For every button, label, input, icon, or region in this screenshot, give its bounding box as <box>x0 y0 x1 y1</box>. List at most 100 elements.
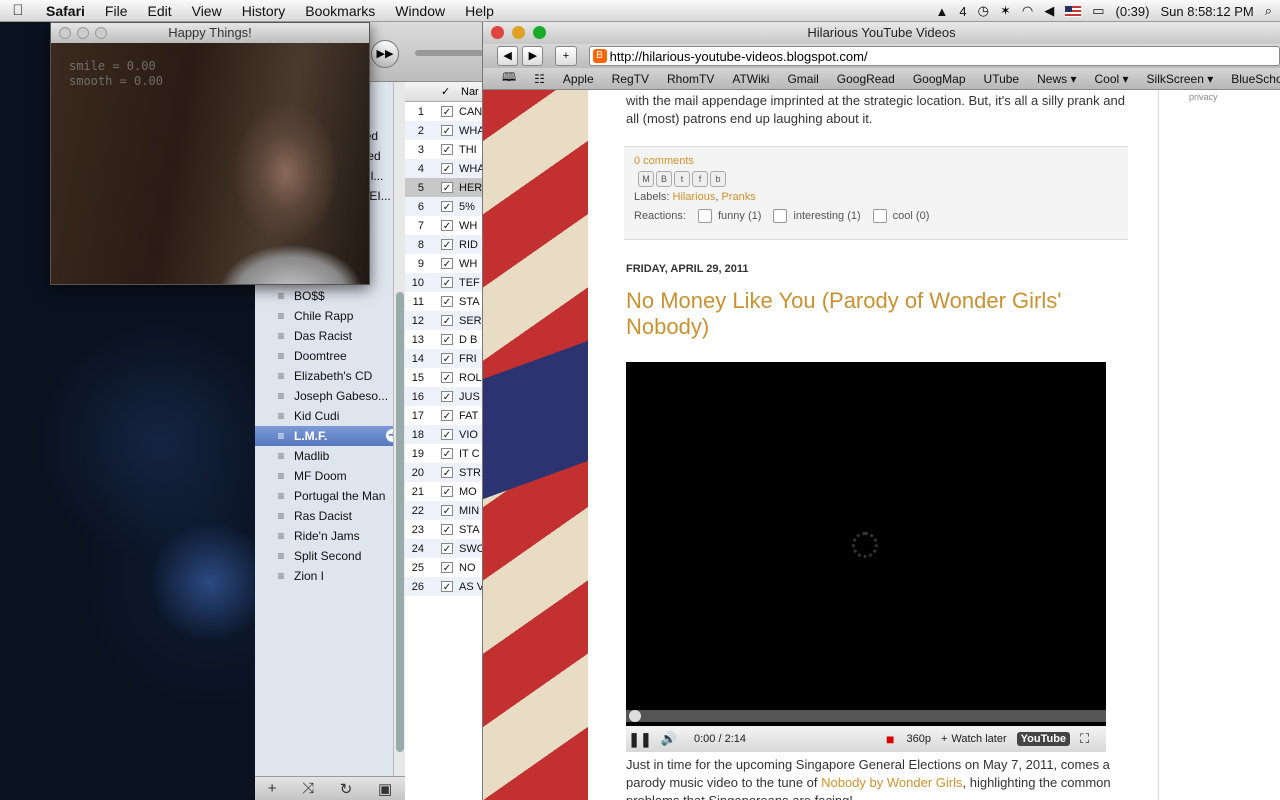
close-icon[interactable] <box>491 26 504 39</box>
facebook-share-icon[interactable]: f <box>692 171 708 187</box>
track-row[interactable]: 4 ✓ WHA <box>405 159 487 178</box>
interesting-checkbox[interactable] <box>773 209 788 223</box>
volume-icon[interactable]: ◀ <box>1044 3 1054 19</box>
reaction-funny[interactable]: funny (1) <box>697 209 761 223</box>
menu-history[interactable]: History <box>232 3 296 19</box>
track-row[interactable]: 19 ✓ IT C <box>405 444 487 463</box>
bookmark-utube[interactable]: UTube <box>975 72 1029 86</box>
apple-menu-icon[interactable]:  <box>0 2 36 19</box>
name-column-header[interactable]: Nar <box>461 86 479 98</box>
track-row[interactable]: 2 ✓ WHA <box>405 121 487 140</box>
track-row[interactable]: 16 ✓ JUS <box>405 387 487 406</box>
track-checkbox[interactable]: ✓ <box>441 467 453 479</box>
track-row[interactable]: 24 ✓ SWO <box>405 539 487 558</box>
track-row[interactable]: 11 ✓ STA <box>405 292 487 311</box>
label-pranks[interactable]: Pranks <box>721 191 755 203</box>
watch-later-button[interactable]: + Watch later <box>941 733 1007 745</box>
track-row[interactable]: 17 ✓ FAT <box>405 406 487 425</box>
top-sites-icon[interactable]: ☷ <box>525 72 554 86</box>
privacy-text[interactable]: privacy <box>1189 92 1218 102</box>
minimize-icon[interactable] <box>512 26 525 39</box>
track-checkbox[interactable]: ✓ <box>441 448 453 460</box>
buzz-share-icon[interactable]: b <box>710 171 726 187</box>
track-checkbox[interactable]: ✓ <box>441 429 453 441</box>
bluetooth-icon[interactable]: ✶ <box>1000 3 1011 19</box>
track-checkbox[interactable]: ✓ <box>441 334 453 346</box>
track-checkbox[interactable]: ✓ <box>441 543 453 555</box>
source-item[interactable]: ≡ Kid Cudi <box>255 406 405 426</box>
bookmark-atwiki[interactable]: ATWiki <box>723 72 778 86</box>
youtube-video[interactable] <box>626 362 1106 752</box>
wifi-icon[interactable]: ◠ <box>1022 3 1033 19</box>
track-row[interactable]: 20 ✓ STR <box>405 463 487 482</box>
source-item[interactable]: ≡ Joseph Gabeso... <box>255 386 405 406</box>
track-row[interactable]: 10 ✓ TEF <box>405 273 487 292</box>
track-row[interactable]: 5 ✓ HER <box>405 178 487 197</box>
quality-selector[interactable]: 360p <box>906 733 930 745</box>
back-icon[interactable]: ◀ <box>497 46 519 66</box>
bookmark-regtv[interactable]: RegTV <box>603 72 658 86</box>
progress-knob[interactable] <box>629 710 641 722</box>
source-item[interactable]: ≡ Ride'n Jams <box>255 526 405 546</box>
video-progress-bar[interactable] <box>626 710 1106 722</box>
zoom-icon[interactable] <box>95 27 107 39</box>
bookmark-silkscreen[interactable]: SilkScreen ▾ <box>1138 72 1223 86</box>
source-item[interactable]: ≡ Portugal the Man <box>255 486 405 506</box>
spotlight-icon[interactable]: ⌕ <box>1265 3 1272 19</box>
track-checkbox[interactable]: ✓ <box>441 220 453 232</box>
track-checkbox[interactable]: ✓ <box>441 144 453 156</box>
track-checkbox[interactable]: ✓ <box>441 486 453 498</box>
reading-list-icon[interactable]: 🕮 <box>493 68 525 89</box>
track-row[interactable]: 18 ✓ VIO <box>405 425 487 444</box>
happy-things-titlebar[interactable]: Happy Things! <box>51 23 369 43</box>
source-item[interactable]: ≡ Madlib <box>255 446 405 466</box>
track-row[interactable]: 13 ✓ D B <box>405 330 487 349</box>
post-title[interactable]: No Money Like You (Parody of Wonder Girl… <box>626 288 1106 340</box>
menu-clock[interactable]: Sun 8:58:12 PM <box>1160 4 1253 19</box>
add-bookmark-icon[interactable]: + <box>555 46 577 66</box>
adobe-icon[interactable]: ▲ <box>936 4 949 19</box>
source-item[interactable]: ≡L.M.F.➜ <box>255 426 405 446</box>
track-checkbox[interactable]: ✓ <box>441 410 453 422</box>
youtube-logo[interactable]: YouTube <box>1016 732 1071 746</box>
bookmark-googread[interactable]: GoogRead <box>828 72 904 86</box>
menu-help[interactable]: Help <box>455 3 504 19</box>
track-row[interactable]: 12 ✓ SER <box>405 311 487 330</box>
label-hilarious[interactable]: Hilarious <box>673 191 716 203</box>
track-checkbox[interactable]: ✓ <box>441 277 453 289</box>
battery-icon[interactable]: ▭ <box>1092 3 1104 19</box>
source-item[interactable]: ≡ Zion I <box>255 566 405 586</box>
menu-bookmarks[interactable]: Bookmarks <box>295 3 385 19</box>
source-item[interactable]: ≡ Das Racist <box>255 326 405 346</box>
track-checkbox[interactable]: ✓ <box>441 201 453 213</box>
add-playlist-icon[interactable]: + <box>268 780 277 797</box>
bookmark-cool[interactable]: Cool ▾ <box>1085 72 1137 86</box>
shuffle-icon[interactable]: ⤨ <box>302 780 314 797</box>
close-icon[interactable] <box>59 27 71 39</box>
track-checkbox[interactable]: ✓ <box>441 562 453 574</box>
track-checkbox[interactable]: ✓ <box>441 163 453 175</box>
menu-edit[interactable]: Edit <box>137 3 181 19</box>
source-item[interactable]: ≡ MF Doom <box>255 466 405 486</box>
zoom-icon[interactable] <box>533 26 546 39</box>
minimize-icon[interactable] <box>77 27 89 39</box>
track-checkbox[interactable]: ✓ <box>441 182 453 194</box>
forward-icon[interactable]: ▶ <box>522 46 544 66</box>
flag-icon[interactable] <box>1065 5 1082 17</box>
repeat-icon[interactable]: ↻ <box>340 780 353 798</box>
track-row[interactable]: 26 ✓ AS V <box>405 577 487 596</box>
bookmark-gmail[interactable]: Gmail <box>778 72 827 86</box>
track-row[interactable]: 7 ✓ WH <box>405 216 487 235</box>
volume-icon[interactable]: 🔊 <box>654 731 684 747</box>
nobody-link[interactable]: Nobody by Wonder Girls <box>821 775 962 790</box>
reaction-cool[interactable]: cool (0) <box>872 209 929 223</box>
source-item[interactable]: ≡ Ras Dacist <box>255 506 405 526</box>
track-row[interactable]: 15 ✓ ROL <box>405 368 487 387</box>
track-checkbox[interactable]: ✓ <box>441 353 453 365</box>
track-header[interactable]: ✓ Nar <box>405 82 487 102</box>
track-row[interactable]: 6 ✓ 5% <box>405 197 487 216</box>
blog-share-icon[interactable]: B <box>656 171 672 187</box>
track-checkbox[interactable]: ✓ <box>441 106 453 118</box>
source-item[interactable]: ≡ BO$$ <box>255 286 405 306</box>
bookmark-apple[interactable]: Apple <box>554 72 603 86</box>
